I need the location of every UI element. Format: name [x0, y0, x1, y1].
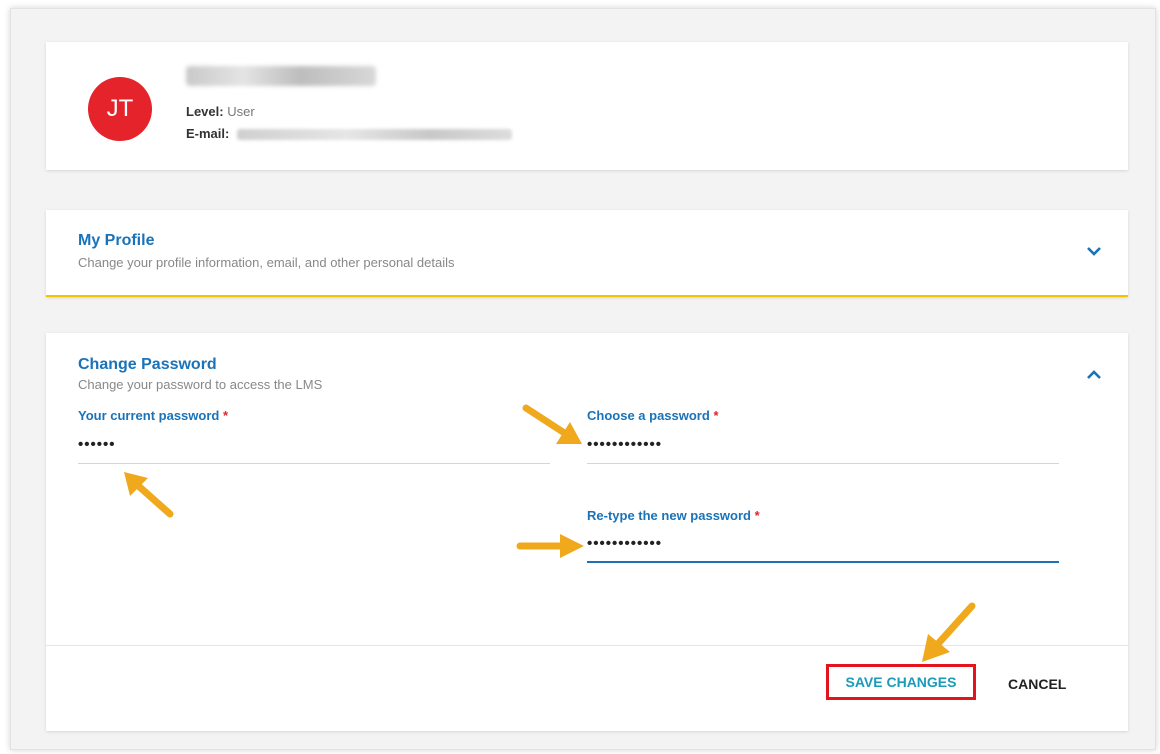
- my-profile-title[interactable]: My Profile: [78, 232, 154, 250]
- change-password-title[interactable]: Change Password: [78, 356, 217, 374]
- arrow-annotation-current-password: [124, 472, 174, 518]
- my-profile-section[interactable]: My Profile Change your profile informati…: [46, 210, 1128, 297]
- arrow-annotation-choose-password: [522, 404, 582, 444]
- profile-header-card: JT Level: User E-mail:: [46, 42, 1128, 170]
- email-value-redacted: [236, 129, 512, 141]
- retype-password-input[interactable]: ••••••••••••: [587, 535, 662, 552]
- my-profile-subtitle: Change your profile information, email, …: [78, 255, 455, 270]
- level-label: Level:: [186, 104, 224, 119]
- save-changes-button[interactable]: SAVE CHANGES: [826, 664, 976, 700]
- user-email: E-mail:: [186, 126, 512, 141]
- choose-password-label: Choose a password *: [587, 408, 719, 423]
- change-password-subtitle: Change your password to access the LMS: [78, 377, 323, 392]
- retype-password-label: Re-type the new password *: [587, 508, 760, 523]
- retype-password-label-text: Re-type the new password: [587, 508, 751, 523]
- required-mark: *: [754, 508, 760, 523]
- current-password-input[interactable]: ••••••: [78, 436, 116, 453]
- level-value: User: [227, 104, 255, 119]
- avatar: JT: [88, 77, 152, 141]
- avatar-initials: JT: [106, 95, 134, 122]
- email-label: E-mail:: [186, 126, 230, 141]
- required-mark: *: [222, 408, 229, 423]
- user-name-redacted: [186, 66, 376, 86]
- chevron-up-icon[interactable]: [1086, 369, 1102, 381]
- required-mark: *: [713, 408, 719, 423]
- arrow-annotation-save-button: [922, 602, 976, 662]
- current-password-label-text: Your current password: [78, 408, 220, 423]
- current-password-underline: [78, 463, 550, 464]
- arrow-annotation-retype-password: [516, 534, 584, 558]
- retype-password-underline: [587, 561, 1059, 563]
- choose-password-underline: [587, 463, 1059, 464]
- chevron-down-icon[interactable]: [1086, 245, 1102, 257]
- choose-password-label-text: Choose a password: [587, 408, 710, 423]
- user-level: Level: User: [186, 104, 255, 119]
- choose-password-input[interactable]: ••••••••••••: [587, 436, 662, 453]
- change-password-section: Change Password Change your password to …: [46, 333, 1128, 731]
- cancel-button[interactable]: CANCEL: [1008, 676, 1066, 692]
- current-password-label: Your current password *: [78, 408, 228, 423]
